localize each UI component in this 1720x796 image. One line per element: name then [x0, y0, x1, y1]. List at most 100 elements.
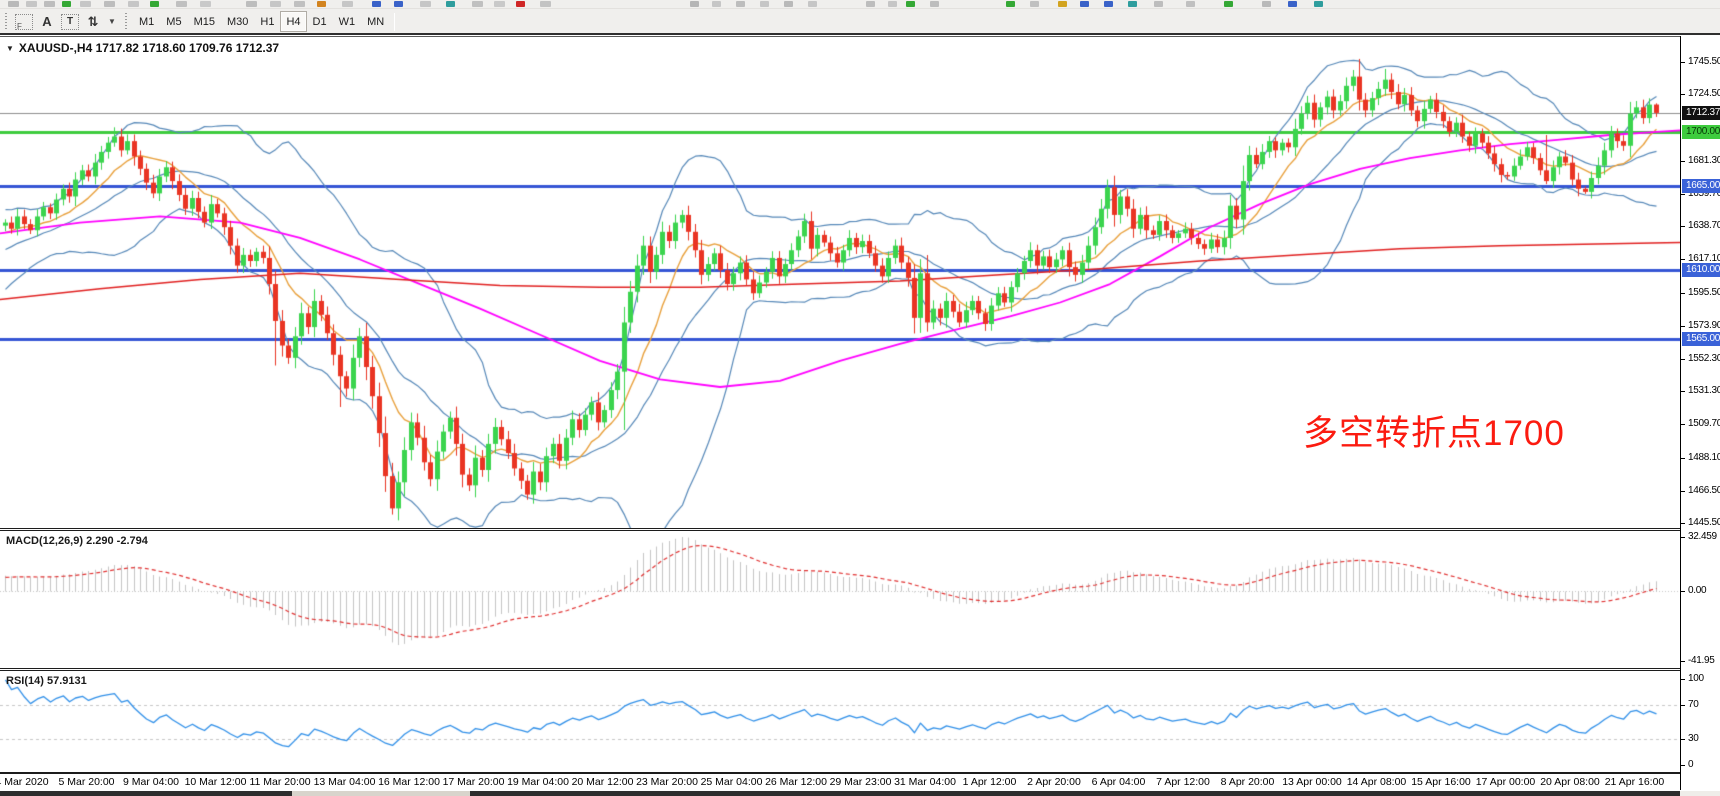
timeframe-button-H1[interactable]: H1: [254, 11, 280, 32]
x-axis-label: 1 Apr 12:00: [963, 776, 1017, 788]
macd-canvas[interactable]: [0, 531, 1680, 668]
clipped-toolbar-icon: [8, 1, 19, 7]
price-axis-label: 1573.90: [1681, 319, 1720, 333]
chart-text-annotation[interactable]: 多空转折点1700: [1303, 405, 1565, 456]
arrow-styles-icon[interactable]: ⇅: [83, 12, 103, 32]
clipped-toolbar-icon: [44, 1, 55, 7]
x-axis-label: 2 Apr 20:00: [1027, 776, 1081, 788]
rsi-canvas[interactable]: [0, 671, 1680, 772]
toolbar: FAT⇅▼ M1M5M15M30H1H4D1W1MN: [0, 9, 1720, 34]
clipped-toolbar-icon: [26, 1, 37, 7]
timeframe-button-M5[interactable]: M5: [160, 11, 187, 32]
price-axis-label: 1466.50: [1681, 484, 1720, 498]
x-axis-label: 9 Mar 04:00: [123, 776, 179, 788]
hline-price-badge: 1700.00: [1682, 125, 1720, 139]
clipped-toolbar-icon: [420, 1, 431, 7]
clipped-toolbar-icon: [246, 1, 257, 7]
timeframe-button-M30[interactable]: M30: [221, 11, 254, 32]
clipped-toolbar-icon: [270, 1, 281, 7]
x-axis-label: 4 Mar 2020: [0, 776, 49, 788]
clipped-toolbar-icon: [866, 1, 875, 7]
drawing-tools-group: FAT⇅▼: [13, 12, 119, 32]
clipped-toolbar-icon: [1104, 1, 1113, 7]
x-axis-label: 21 Apr 16:00: [1605, 776, 1665, 788]
x-axis-label: 26 Mar 12:00: [765, 776, 827, 788]
price-axis-label: 1445.50: [1681, 516, 1720, 530]
clipped-toolbar-icon: [1030, 1, 1039, 7]
clipped-toolbar-icon: [1006, 1, 1015, 7]
time-axis[interactable]: 4 Mar 2020 5 Mar 20:00 9 Mar 04:00 10 Mar 1…: [0, 774, 1680, 791]
price-axis-label: 1595.50: [1681, 286, 1720, 300]
timeframe-button-D1[interactable]: D1: [307, 11, 333, 32]
clipped-toolbar-icon: [1262, 1, 1271, 7]
clipped-toolbar-icon: [540, 1, 551, 7]
x-axis-label: 20 Apr 08:00: [1540, 776, 1600, 788]
clipped-toolbar-icon: [150, 1, 159, 7]
clipped-toolbar-icon: [446, 1, 455, 7]
clipped-toolbar-icon: [104, 1, 115, 7]
clipped-toolbar-icon: [472, 1, 483, 7]
price-axis-label: 1509.70: [1681, 417, 1720, 431]
timeframe-button-MN[interactable]: MN: [361, 11, 390, 32]
clipped-toolbar-icon: [317, 1, 326, 7]
price-axis[interactable]: 1745.501724.501681.301659.701638.701617.…: [1680, 36, 1720, 790]
rsi-indicator-label: RSI(14) 57.9131: [6, 675, 87, 687]
text-annotation-icon[interactable]: A: [37, 12, 57, 32]
toolbar-separator: [394, 13, 395, 31]
x-axis-label: 8 Apr 20:00: [1221, 776, 1275, 788]
window-edge-segment: [292, 791, 470, 796]
rsi-axis-label: 0: [1681, 758, 1720, 772]
clipped-toolbar-icon: [1058, 1, 1067, 7]
window-edge-segment: [0, 791, 292, 796]
mt4-window: FAT⇅▼ M1M5M15M30H1H4D1W1MN ▼ XAUUSD-,H4 …: [0, 0, 1720, 796]
text-box-icon[interactable]: T: [61, 14, 79, 30]
x-axis-label: 19 Mar 04:00: [507, 776, 569, 788]
dropdown-arrow-icon[interactable]: ▼: [107, 12, 117, 32]
macd-indicator-label: MACD(12,26,9) 2.290 -2.794: [6, 535, 148, 547]
price-axis-label: 1681.30: [1681, 154, 1720, 168]
clipped-toolbar-icon: [930, 1, 939, 7]
hline-price-badge: 1610.00: [1682, 263, 1720, 277]
clipped-toolbar-icon: [784, 1, 793, 7]
clipped-toolbar-icon: [128, 1, 139, 7]
crosshair-frame-icon[interactable]: F: [15, 14, 33, 30]
clipped-toolbar-icon: [62, 1, 71, 7]
clipped-toolbar-icon: [888, 1, 897, 7]
x-axis-label: 10 Mar 12:00: [185, 776, 247, 788]
clipped-toolbar-icon: [712, 1, 721, 7]
clipped-toolbar-icon: [1080, 1, 1089, 7]
toolbar-grip[interactable]: [5, 13, 10, 31]
clipped-toolbar-icon: [1314, 1, 1323, 7]
timeframe-button-W1[interactable]: W1: [333, 11, 362, 32]
timeframe-button-M15[interactable]: M15: [188, 11, 221, 32]
rsi-axis-label: 30: [1681, 732, 1720, 746]
x-axis-label: 13 Mar 04:00: [314, 776, 376, 788]
clipped-toolbar-icon: [176, 1, 187, 7]
price-axis-label: 1531.30: [1681, 384, 1720, 398]
price-axis-label: 1552.30: [1681, 352, 1720, 366]
toolbar-grip[interactable]: [125, 13, 130, 31]
x-axis-label: 16 Mar 12:00: [378, 776, 440, 788]
window-edge-segment: [470, 791, 1680, 796]
chart-title[interactable]: ▼ XAUUSD-,H4 1717.82 1718.60 1709.76 171…: [6, 41, 279, 55]
rsi-axis-label: 100: [1681, 672, 1720, 686]
window-edge-segment: [1680, 791, 1720, 796]
price-axis-label: 1724.50: [1681, 87, 1720, 101]
clipped-toolbar-icon: [1288, 1, 1297, 7]
clipped-toolbar-icon: [372, 1, 381, 7]
timeframe-button-H4[interactable]: H4: [280, 11, 306, 32]
x-axis-label: 7 Apr 12:00: [1156, 776, 1210, 788]
clipped-toolbar-icon: [736, 1, 745, 7]
macd-axis-label: 32.459: [1681, 530, 1720, 544]
clipped-toolbar-icon: [1186, 1, 1195, 7]
x-axis-label: 29 Mar 23:00: [830, 776, 892, 788]
macd-axis-label: -41.95: [1681, 654, 1720, 668]
clipped-toolbar-icon: [1154, 1, 1163, 7]
x-axis-label: 5 Mar 20:00: [58, 776, 114, 788]
window-bottom-edge: [0, 791, 1720, 796]
clipped-toolbar-icon: [494, 1, 505, 7]
clipped-toolbar-icon: [1224, 1, 1233, 7]
symbol-dropdown-icon[interactable]: ▼: [6, 44, 14, 53]
timeframe-button-M1[interactable]: M1: [133, 11, 160, 32]
clipped-toolbar-icon: [808, 1, 817, 7]
